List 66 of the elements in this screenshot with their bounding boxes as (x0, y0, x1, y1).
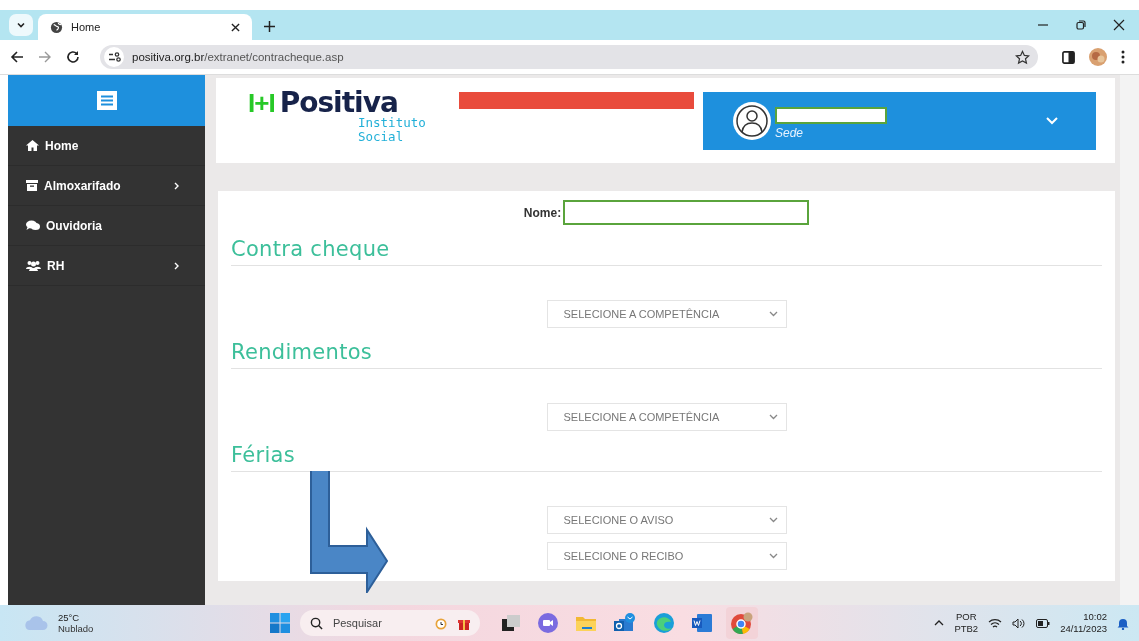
menu-icon (100, 95, 113, 106)
alarm-clock-icon (433, 616, 448, 630)
speaker-icon[interactable] (1012, 617, 1027, 629)
section-title: Rendimentos (231, 337, 1102, 369)
close-icon[interactable] (1113, 19, 1125, 31)
tab-title: Home (71, 21, 102, 33)
name-field[interactable] (563, 200, 810, 225)
temperature: 25°C (58, 612, 81, 623)
globe-icon (50, 20, 63, 34)
search-icon (309, 616, 323, 630)
start-icon[interactable] (269, 613, 290, 633)
scrollbar-track[interactable] (1120, 75, 1139, 605)
chevron-down-icon (768, 414, 778, 420)
home-icon (26, 140, 39, 151)
user-name-field[interactable] (775, 106, 887, 124)
user-avatar-icon (733, 102, 771, 140)
browser-tab[interactable]: Home (38, 14, 252, 40)
chevron-down-icon (768, 553, 778, 559)
chevron-down-icon (768, 311, 778, 317)
section-title: Contra cheque (231, 234, 1102, 266)
close-icon[interactable] (231, 22, 240, 32)
logo-subtitle: Instituto Social (358, 116, 427, 144)
task-view-icon[interactable] (501, 615, 520, 631)
section-title: Férias (231, 440, 1102, 472)
chevron-down-icon (16, 20, 26, 30)
wifi-icon[interactable] (988, 617, 1003, 629)
users-icon (26, 260, 41, 271)
notification-bell-icon[interactable] (1117, 616, 1129, 630)
dropdown[interactable]: SELECIONE A COMPETÊNCIA (546, 403, 787, 431)
chat-bubbles-icon (26, 220, 40, 231)
chevron-down-icon (768, 517, 778, 523)
avatar-icon[interactable] (1089, 48, 1107, 66)
logo-mark: I+I (248, 90, 275, 116)
restore-icon[interactable] (1075, 19, 1087, 31)
archive-box-icon (26, 180, 38, 191)
cloud-icon (24, 616, 48, 630)
more-icon[interactable] (1121, 50, 1125, 64)
address-bar[interactable]: positiva.org.br/extranet/contracheque.asp (100, 45, 1038, 69)
new-tab-icon[interactable] (264, 21, 275, 32)
folder-icon[interactable] (575, 615, 596, 631)
taskbar-search[interactable]: Pesquisar (299, 610, 480, 636)
video-call-icon[interactable] (537, 613, 558, 633)
keyboard-language[interactable]: POR PTB2 (954, 611, 979, 635)
chrome-icon[interactable] (730, 612, 753, 634)
word-icon[interactable] (691, 614, 712, 632)
battery-icon[interactable] (1036, 618, 1051, 628)
name-label: Nome: (523, 205, 562, 220)
tab-list-button[interactable] (9, 14, 33, 36)
logo-name: Positiva (279, 90, 398, 116)
site-settings-icon[interactable] (104, 47, 124, 67)
user-unit: Sede (775, 125, 805, 140)
dropdown[interactable]: SELECIONE O RECIBO (546, 542, 787, 570)
side-panel-icon[interactable] (1062, 50, 1075, 64)
star-icon[interactable] (1015, 49, 1030, 65)
menu-button[interactable] (96, 91, 117, 110)
back-icon[interactable] (10, 50, 24, 64)
weather-condition: Nublado (58, 623, 94, 634)
reload-icon[interactable] (66, 50, 80, 64)
dropdown[interactable]: SELECIONE A COMPETÊNCIA (546, 300, 787, 328)
mail-app-icon[interactable] (613, 613, 636, 633)
clock[interactable]: 10:02 24/11/2023 (1060, 611, 1107, 635)
url-text: positiva.org.br/extranet/contracheque.asp (132, 51, 344, 63)
forward-icon[interactable] (38, 50, 52, 64)
chevron-up-icon[interactable] (934, 620, 945, 626)
dropdown[interactable]: SELECIONE O AVISO (546, 506, 787, 534)
chevron-down-icon[interactable] (1046, 117, 1058, 125)
